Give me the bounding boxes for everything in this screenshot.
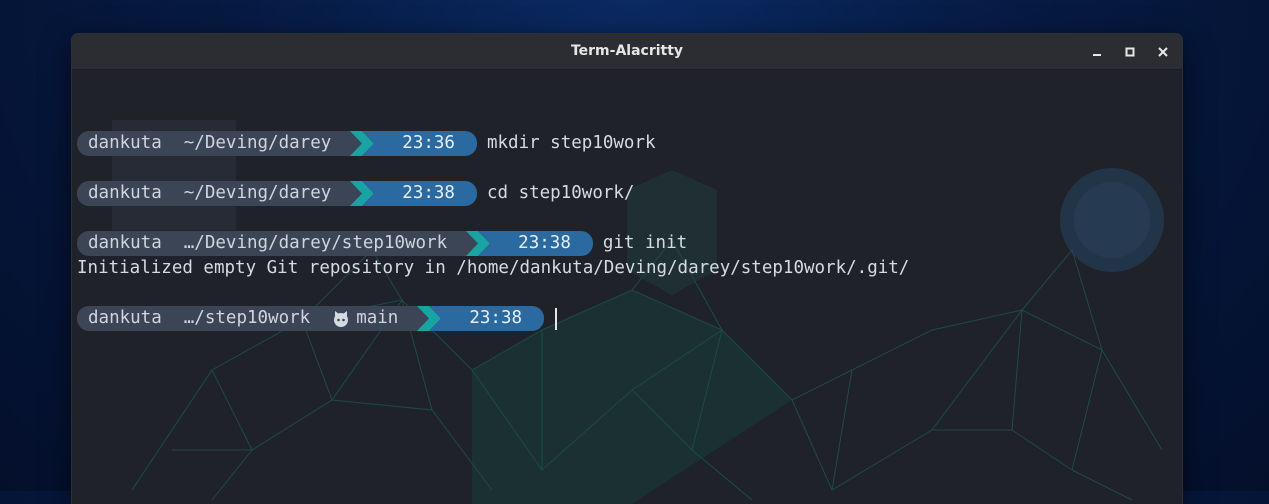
github-icon <box>334 310 349 327</box>
prompt-path: ~/Deving/darey <box>172 181 343 206</box>
prompt-path: …/Deving/darey/step10work <box>172 231 459 256</box>
minimize-button[interactable] <box>1087 42 1107 62</box>
prompt-user: dankuta <box>77 306 173 331</box>
command-text: mkdir step10work <box>486 133 656 153</box>
close-button[interactable] <box>1153 42 1173 62</box>
prompt-time: 23:38 <box>504 231 593 256</box>
titlebar[interactable]: Term-Alacritty <box>72 34 1182 70</box>
prompt-line-active: dankuta …/step10work main 23:38 <box>77 306 558 331</box>
prompt-line: dankuta ~/Deving/darey 23:38 cd step10wo… <box>77 181 634 206</box>
prompt-chevron-icon <box>458 231 505 256</box>
maximize-button[interactable] <box>1120 42 1140 62</box>
prompt-time: 23:36 <box>388 131 477 156</box>
command-text: cd step10work/ <box>486 183 635 203</box>
terminal-window: Term-Alacritty dankuta ~/Deving/darey 23… <box>72 34 1182 504</box>
prompt-line: dankuta ~/Deving/darey 23:36 mkdir step1… <box>77 131 656 156</box>
prompt-path: ~/Deving/darey <box>172 131 343 156</box>
prompt-line: dankuta …/Deving/darey/step10work 23:38 … <box>77 231 687 256</box>
command-text: git init <box>602 233 688 253</box>
terminal-content[interactable]: dankuta ~/Deving/darey 23:36 mkdir step1… <box>77 70 1182 504</box>
window-title: Term-Alacritty <box>570 43 684 59</box>
text-cursor <box>555 307 558 330</box>
git-branch-segment: main <box>321 306 410 331</box>
prompt-chevron-icon <box>342 181 389 206</box>
prompt-chevron-icon <box>409 306 456 331</box>
prompt-user: dankuta <box>77 181 173 206</box>
prompt-user: dankuta <box>77 131 173 156</box>
close-icon <box>1158 47 1168 57</box>
command-output: Initialized empty Git repository in /hom… <box>77 258 910 278</box>
maximize-icon <box>1125 47 1135 57</box>
minimize-icon <box>1093 54 1101 56</box>
prompt-user: dankuta <box>77 231 173 256</box>
prompt-time: 23:38 <box>455 306 545 331</box>
prompt-path: …/step10work <box>172 306 322 331</box>
prompt-time: 23:38 <box>388 181 477 206</box>
git-branch-name: main <box>356 308 399 328</box>
prompt-chevron-icon <box>342 131 389 156</box>
